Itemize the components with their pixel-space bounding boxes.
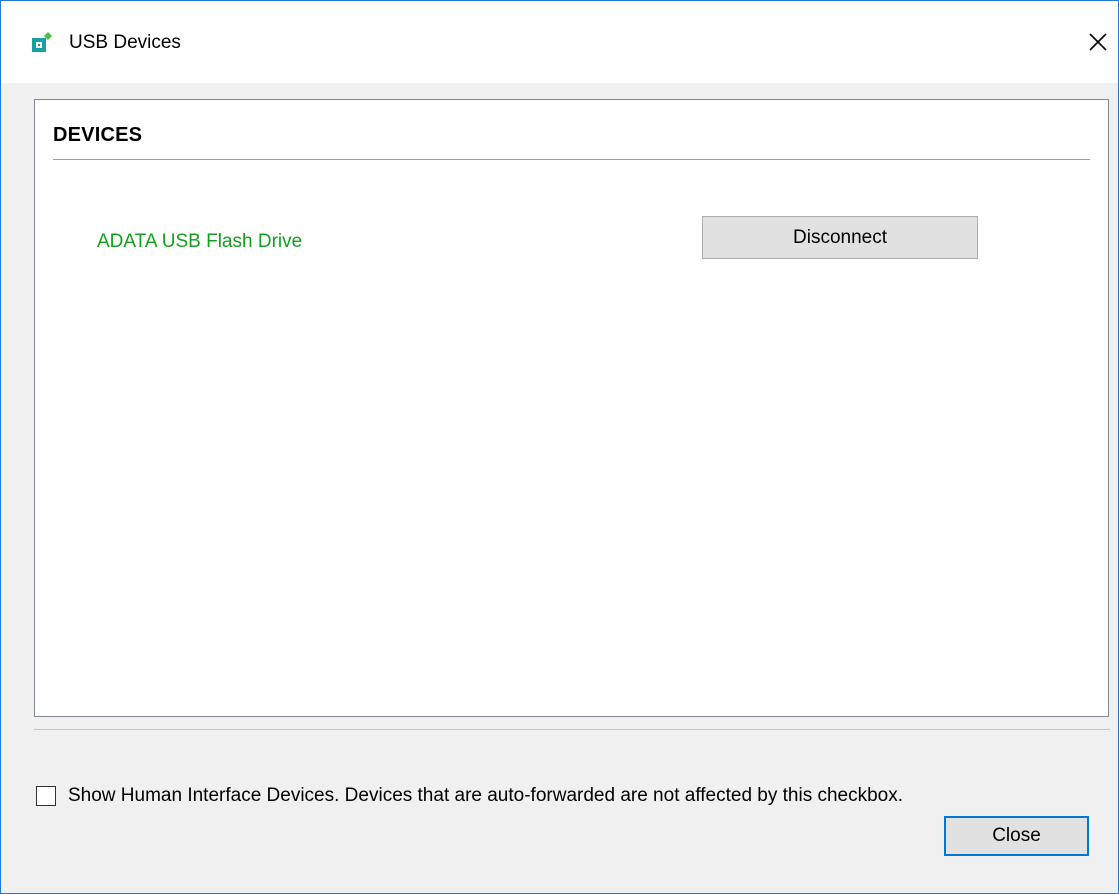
show-hid-checkbox-label[interactable]: Show Human Interface Devices. Devices th… [68,785,903,807]
show-hid-checkbox[interactable] [36,786,56,806]
usb-devices-app-icon [32,32,52,52]
window-title: USB Devices [69,32,181,53]
usb-devices-dialog: USB Devices DEVICES ADATA USB Flash Driv… [0,0,1119,894]
device-name: ADATA USB Flash Drive [97,231,303,252]
devices-heading: DEVICES [53,124,143,146]
disconnect-button[interactable]: Disconnect [702,216,978,259]
footer-divider [34,729,1110,730]
close-icon[interactable] [1081,25,1115,59]
heading-divider [53,159,1090,160]
devices-panel: DEVICES ADATA USB Flash Drive Disconnect [34,99,1109,717]
close-button[interactable]: Close [944,816,1089,856]
title-bar[interactable]: USB Devices [1,1,1118,83]
